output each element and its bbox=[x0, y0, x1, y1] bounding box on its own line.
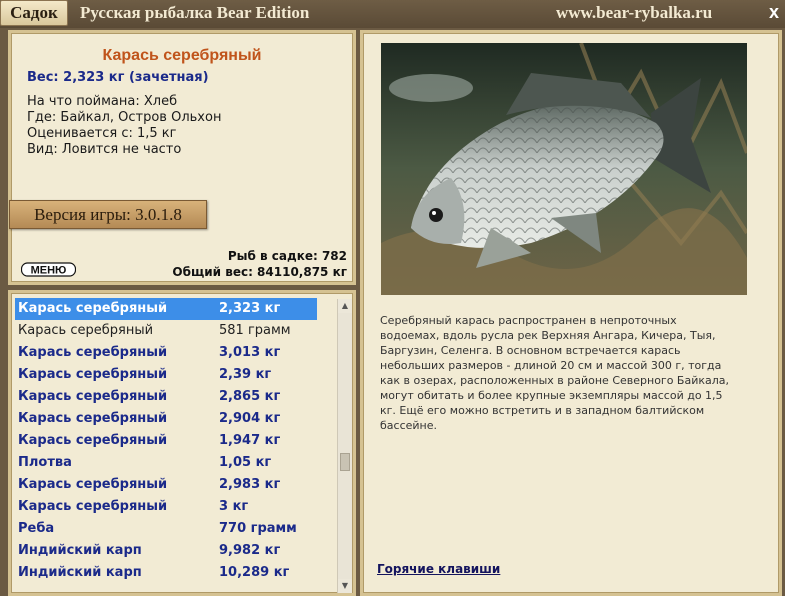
fish-bait: На что поймана: Хлеб bbox=[27, 94, 178, 109]
fish-count: Рыб в садке: 782 bbox=[227, 249, 347, 263]
list-item-name: Карась серебряный bbox=[18, 367, 168, 382]
hotkeys-link[interactable]: Горячие клавиши bbox=[377, 562, 500, 576]
list-item-name: Плотва bbox=[18, 455, 72, 470]
list-item[interactable]: Карась серебряный 2,904 кг bbox=[15, 408, 317, 430]
list-item[interactable]: Карась серебряный 581 грамм bbox=[15, 320, 317, 342]
list-item-weight: 3 кг bbox=[219, 499, 249, 514]
list-item-name: Карась серебряный bbox=[18, 345, 168, 360]
title-bar: Садок Русская рыбалка Bear Edition www.b… bbox=[0, 0, 785, 28]
crucian-carp-image bbox=[381, 43, 747, 295]
menu-logo-button[interactable]: МЕНЮ bbox=[21, 262, 76, 277]
list-item-weight: 1,947 кг bbox=[219, 433, 281, 448]
list-item[interactable]: Индийский карп 9,982 кг bbox=[15, 540, 317, 562]
list-item[interactable]: Реба 770 грамм bbox=[15, 518, 317, 540]
list-item-name: Карась серебряный bbox=[18, 411, 168, 426]
total-weight: Общий вес: 84110,875 кг bbox=[172, 265, 347, 279]
list-item[interactable]: Карась серебряный 2,865 кг bbox=[15, 386, 317, 408]
list-item[interactable]: Карась серебряный 2,323 кг bbox=[15, 298, 317, 320]
list-item-weight: 1,05 кг bbox=[219, 455, 272, 470]
fish-weight: Вес: 2,323 кг (зачетная) bbox=[27, 70, 209, 85]
list-item-weight: 2,39 кг bbox=[219, 367, 272, 382]
list-item[interactable]: Карась серебряный 3,013 кг bbox=[15, 342, 317, 364]
list-item-weight: 10,289 кг bbox=[219, 565, 290, 580]
fish-kind: Вид: Ловится не часто bbox=[27, 142, 182, 157]
list-item-name: Карась серебряный bbox=[18, 301, 168, 316]
list-item[interactable]: Индийский карп 10,289 кг bbox=[15, 562, 317, 584]
list-item[interactable]: Карась серебряный 2,39 кг bbox=[15, 364, 317, 386]
list-item-weight: 770 грамм bbox=[219, 521, 297, 536]
app-title: Русская рыбалка Bear Edition bbox=[80, 3, 310, 22]
list-item[interactable]: Плотва 1,05 кг bbox=[15, 452, 317, 474]
menu-logo-text: МЕНЮ bbox=[31, 265, 67, 277]
catch-list-panel: Карась серебряный 2,323 кг Карась серебрян… bbox=[8, 290, 356, 596]
list-item-name: Карась серебряный bbox=[18, 433, 168, 448]
list-item-weight: 2,904 кг bbox=[219, 411, 281, 426]
list-item-name: Индийский карп bbox=[18, 565, 142, 580]
list-item-weight: 2,983 кг bbox=[219, 477, 281, 492]
site-url-link[interactable]: www.bear-rybalka.ru bbox=[556, 3, 712, 23]
close-icon[interactable]: x bbox=[765, 2, 783, 22]
scroll-thumb[interactable] bbox=[340, 453, 350, 471]
fish-photo bbox=[381, 43, 747, 295]
scroll-down-icon[interactable]: ▼ bbox=[338, 579, 352, 593]
list-item-name: Карась серебряный bbox=[18, 499, 168, 514]
list-item[interactable]: Карась серебряный 3 кг bbox=[15, 496, 317, 518]
list-item-name: Карась серебряный bbox=[18, 477, 168, 492]
fish-value: Оценивается с: 1,5 кг bbox=[27, 126, 177, 141]
list-item-name: Карась серебряный bbox=[18, 323, 154, 338]
fish-location: Где: Байкал, Остров Ольхон bbox=[27, 110, 222, 125]
list-item-weight: 9,982 кг bbox=[219, 543, 281, 558]
scroll-up-icon[interactable]: ▲ bbox=[338, 299, 352, 313]
list-item-name: Реба bbox=[18, 521, 55, 536]
fish-name-heading: Карась серебряный bbox=[102, 47, 262, 64]
list-item-name: Индийский карп bbox=[18, 543, 142, 558]
fish-description: Серебряный карась распространен в непрот… bbox=[380, 314, 730, 432]
list-item[interactable]: Карась серебряный 1,947 кг bbox=[15, 430, 317, 452]
game-version-badge: Версия игры: 3.0.1.8 bbox=[9, 200, 207, 229]
catch-list: Карась серебряный 2,323 кг Карась серебрян… bbox=[15, 298, 317, 584]
fish-description-panel: Серебряный карась распространен в непрот… bbox=[360, 30, 782, 596]
list-item-weight: 3,013 кг bbox=[219, 345, 281, 360]
list-scrollbar[interactable]: ▲ ▼ bbox=[337, 299, 352, 593]
tab-sadok[interactable]: Садок bbox=[0, 0, 68, 26]
list-item-weight: 581 грамм bbox=[219, 323, 291, 338]
list-item-weight: 2,865 кг bbox=[219, 389, 281, 404]
list-item-name: Карась серебряный bbox=[18, 389, 168, 404]
fish-info-panel: Карась серебряный Вес: 2,323 кг (зачетна… bbox=[8, 30, 356, 285]
list-item[interactable]: Карась серебряный 2,983 кг bbox=[15, 474, 317, 496]
list-item-weight: 2,323 кг bbox=[219, 301, 281, 316]
